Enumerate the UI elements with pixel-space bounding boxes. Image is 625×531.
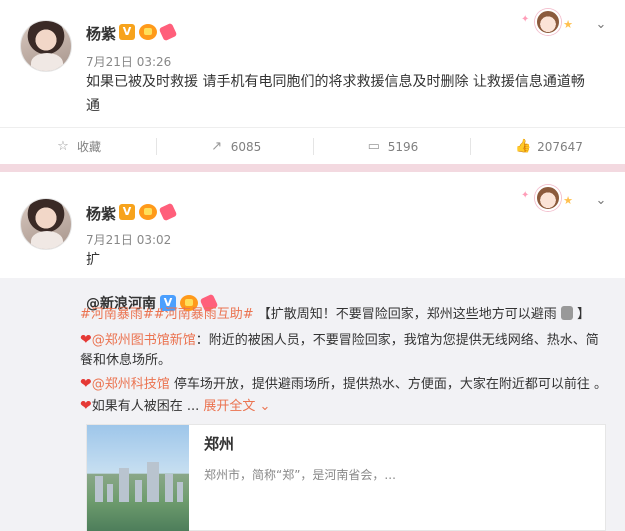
hashtag-link[interactable]: #河南暴雨# — [80, 307, 154, 322]
hashtag-link[interactable]: #河南暴雨互助# — [154, 307, 254, 322]
heart-icon: ❤ — [80, 376, 92, 392]
chevron-down-icon[interactable]: ⌄ — [255, 399, 271, 414]
repost-text-line: #河南暴雨##河南暴雨互助# 【扩散周知！不要冒险回家，郑州这些地方可以避雨 】 — [80, 306, 591, 322]
link-card-title: 郑州 — [204, 435, 235, 453]
comment-button[interactable]: ▭ 5196 — [314, 128, 470, 165]
post-actions: ☆ 收藏 ↗ 6085 ▭ 5196 👍 207647 — [0, 127, 625, 164]
author-name[interactable]: 杨紫 — [86, 23, 116, 44]
post-text: 扩 — [86, 252, 100, 268]
chevron-down-icon[interactable]: ⌄ — [594, 18, 608, 32]
repost-text-line: ❤@郑州图书馆新馆：附近的被困人员，不要冒险回家，我馆为您提供无线网络、热水、简 — [80, 332, 599, 348]
author-name[interactable]: 杨紫 — [86, 203, 116, 224]
author-badges: V — [119, 22, 178, 42]
heart-icon: ❤ — [80, 398, 92, 414]
card-decoration-icon: ✦ ★ — [521, 8, 573, 38]
thumbs-up-icon: 👍 — [515, 138, 532, 154]
card-decoration-icon: ✦ ★ — [521, 184, 573, 214]
expand-full-text-link[interactable]: 展开全文 — [203, 399, 255, 414]
repost-text-line: ❤如果有人被困在 ... 展开全文 ⌄ — [80, 398, 271, 414]
member-crown-icon[interactable] — [139, 204, 157, 220]
link-card-description: 郑州市，简称“郑”，是河南省会，... — [204, 468, 396, 482]
post-time[interactable]: 7月21日 03:02 — [86, 231, 171, 248]
repost-button[interactable]: ↗ 6085 — [157, 128, 313, 165]
star-icon: ☆ — [57, 138, 69, 154]
city-thumbnail-image — [87, 425, 189, 531]
link-card[interactable]: 郑州 郑州市，简称“郑”，是河南省会，... — [86, 424, 606, 531]
chevron-down-icon[interactable]: ⌄ — [594, 194, 608, 208]
comment-icon: ▭ — [367, 138, 380, 154]
post-card: 杨紫 V ✦ ★ ⌄ 7月21日 03:26 如果已被及时救援 请手机有电同胞们的… — [0, 0, 625, 164]
medal-icon[interactable] — [158, 202, 178, 222]
verified-icon: V — [119, 24, 135, 40]
repost-icon: ↗ — [211, 138, 223, 154]
repost-text-line: 餐和休息场所。 — [80, 353, 172, 368]
mention-link[interactable]: @郑州科技馆 — [92, 377, 170, 392]
post-time[interactable]: 7月21日 03:26 — [86, 53, 171, 70]
heart-icon: ❤ — [80, 332, 92, 348]
medal-icon[interactable] — [158, 22, 178, 42]
verified-icon: V — [119, 204, 135, 220]
post-text: 如果已被及时救援 请手机有电同胞们的将求救援信息及时删除 让救援信息通道畅 通 — [86, 74, 585, 114]
avatar[interactable] — [20, 20, 72, 72]
microphone-icon — [560, 306, 573, 320]
member-crown-icon[interactable] — [139, 24, 157, 40]
like-button[interactable]: 👍 207647 — [471, 128, 625, 165]
author-badges: V — [119, 202, 178, 222]
repost-text-line: ❤@郑州科技馆 停车场开放，提供避雨场所，提供热水、方便面，大家在附近都可以前往… — [80, 376, 608, 392]
mention-link[interactable]: @郑州图书馆新馆 — [92, 333, 196, 348]
post-card: 杨紫 V ✦ ★ ⌄ 7月21日 03:02 扩 @新浪河南 V #河南暴雨##河… — [0, 172, 625, 531]
avatar[interactable] — [20, 198, 72, 250]
favorite-button[interactable]: ☆ 收藏 — [0, 128, 156, 165]
